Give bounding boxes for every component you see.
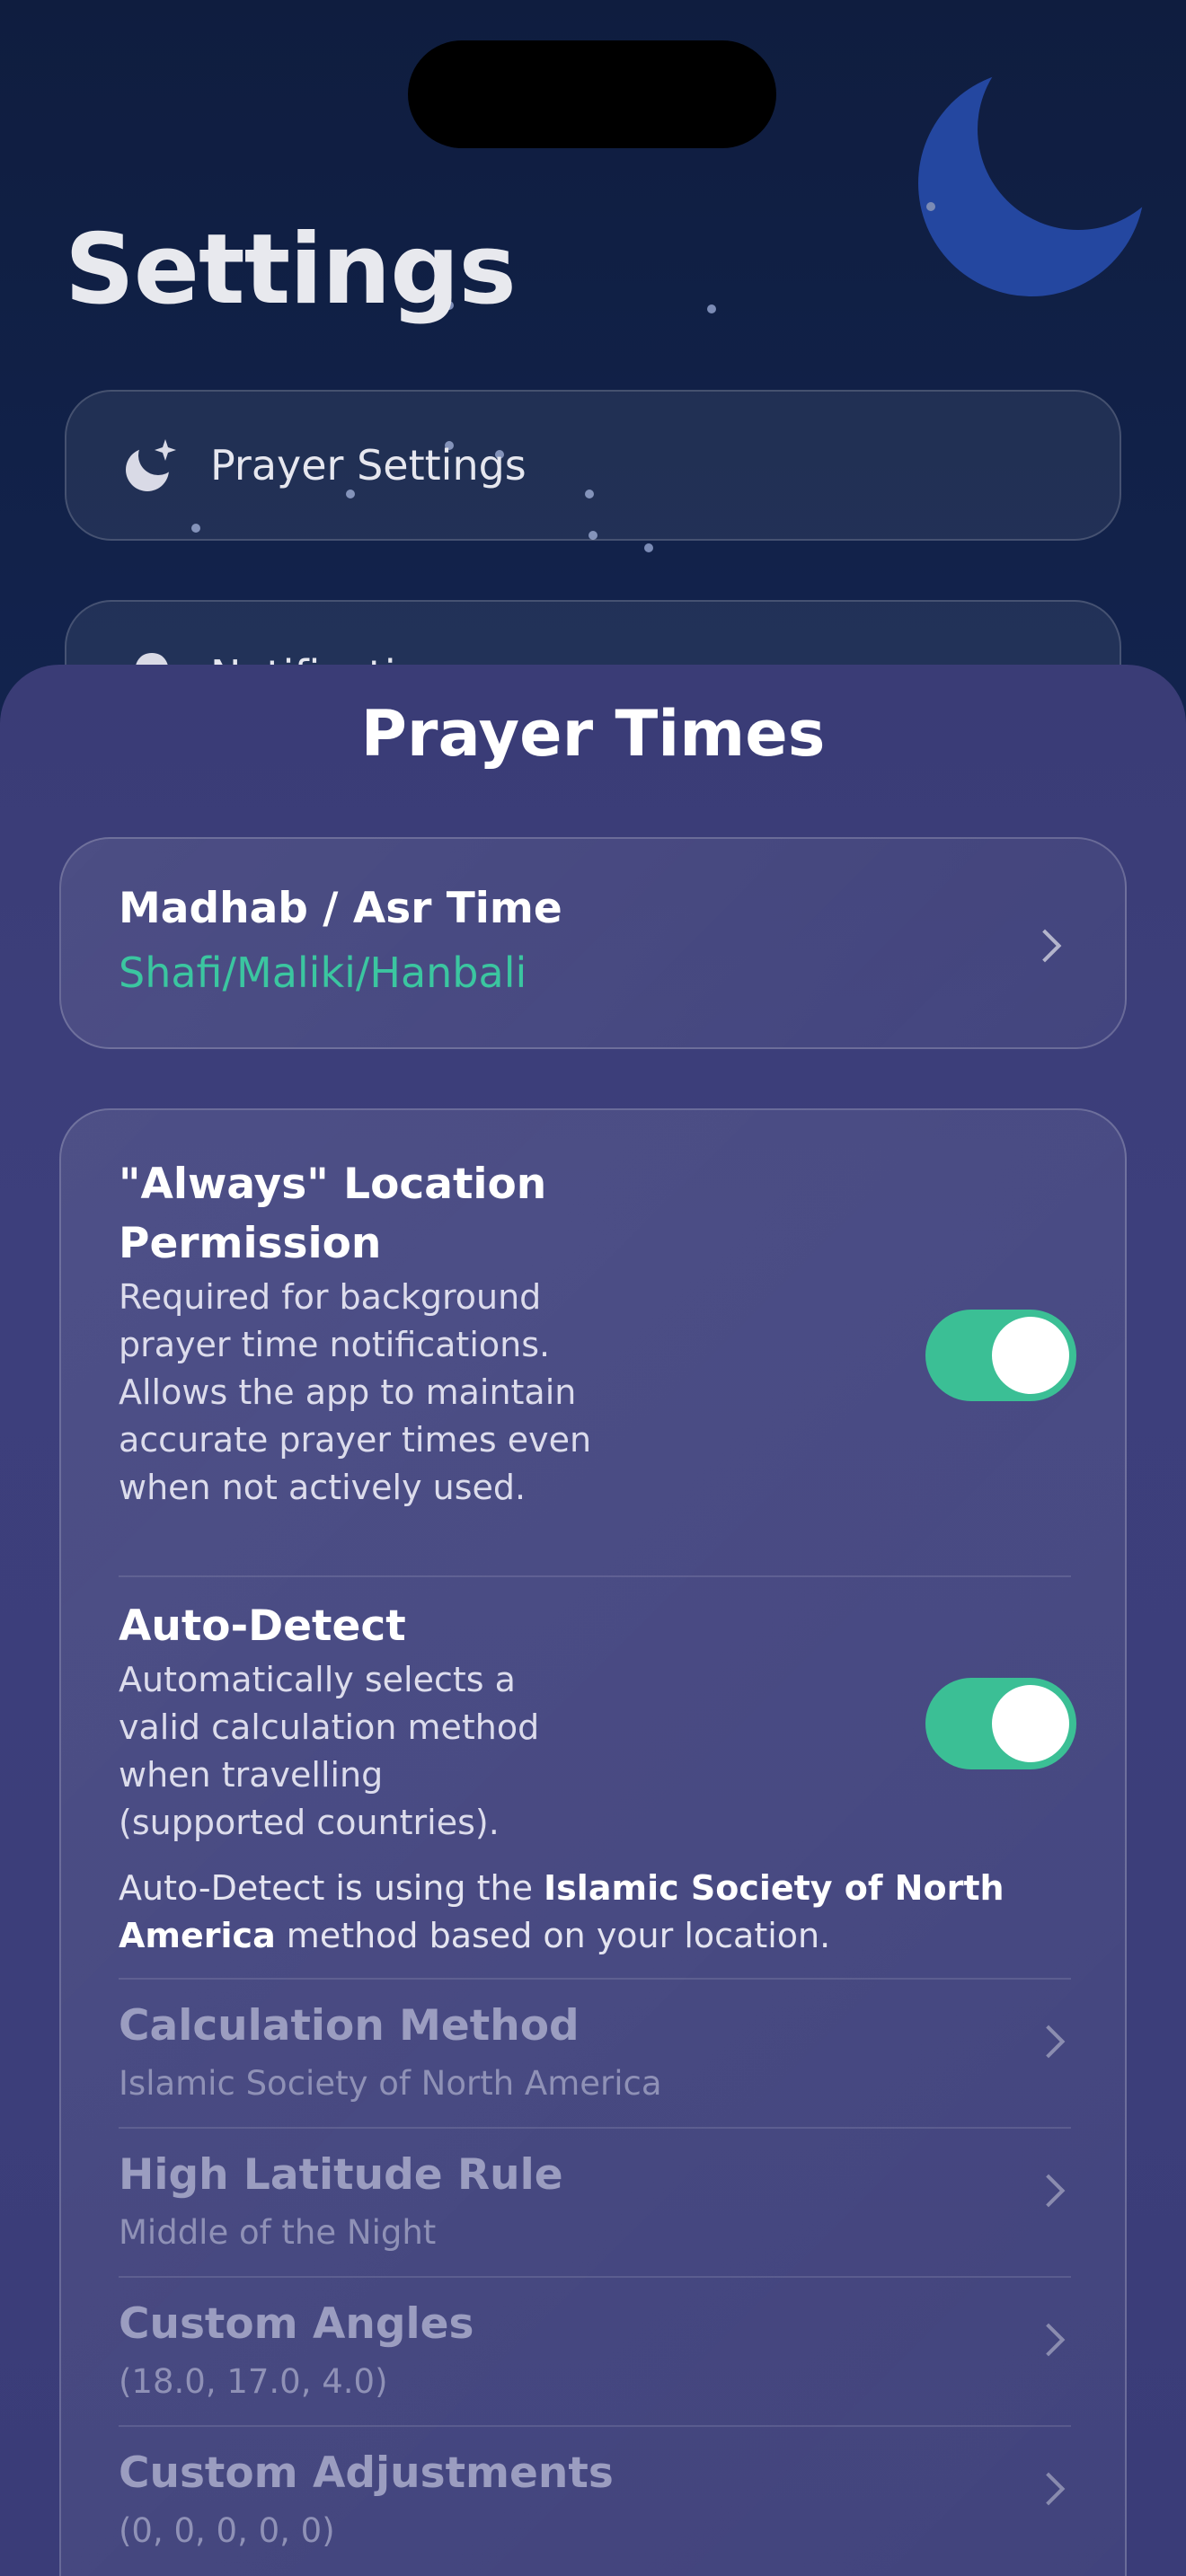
custom-angles-value: (18.0, 17.0, 4.0): [119, 2362, 388, 2401]
custom-angles-row[interactable]: Custom Angles (18.0, 17.0, 4.0): [119, 2278, 1071, 2427]
location-permission-title: "Always" Location Permission: [119, 1160, 547, 1268]
auto-detect-note: Auto-Detect is using the Islamic Society…: [119, 1868, 1005, 1955]
high-latitude-rule-row[interactable]: High Latitude Rule Middle of the Night: [119, 2129, 1071, 2278]
divider: [119, 1575, 1071, 1577]
chevron-right-icon: [1031, 2472, 1066, 2506]
prayer-times-sheet: Prayer Times Madhab / Asr Time Shafi/Mal…: [0, 665, 1186, 2576]
page-title: Settings: [65, 214, 517, 326]
calculation-method-value: Islamic Society of North America: [119, 2064, 662, 2103]
calculation-method-row[interactable]: Calculation Method Islamic Society of No…: [119, 1980, 1071, 2129]
prayer-settings-label: Prayer Settings: [210, 441, 527, 490]
high-latitude-rule-title: High Latitude Rule: [119, 2150, 563, 2200]
toggle-knob: [992, 1317, 1069, 1394]
calculation-method-title: Calculation Method: [119, 2001, 580, 2051]
custom-adjustments-row[interactable]: Custom Adjustments (0, 0, 0, 0, 0): [119, 2427, 1071, 2576]
chevron-right-icon: [1028, 929, 1062, 963]
location-permission-section: "Always" Location Permission Required fo…: [119, 1155, 1071, 1512]
prayer-settings-row[interactable]: Prayer Settings: [65, 390, 1121, 541]
toggle-knob: [992, 1685, 1069, 1762]
custom-adjustments-value: (0, 0, 0, 0, 0): [119, 2511, 335, 2550]
auto-detect-description: Automatically selects a valid calculatio…: [119, 1660, 540, 1842]
chevron-right-icon: [1031, 2323, 1066, 2357]
auto-detect-title: Auto-Detect: [119, 1601, 406, 1651]
madhab-title: Madhab / Asr Time: [119, 884, 562, 933]
location-permission-toggle[interactable]: [925, 1310, 1076, 1401]
prayer-options-card: "Always" Location Permission Required fo…: [59, 1108, 1127, 2576]
high-latitude-rule-value: Middle of the Night: [119, 2213, 437, 2252]
custom-adjustments-title: Custom Adjustments: [119, 2448, 614, 2498]
location-permission-description: Required for background prayer time noti…: [119, 1277, 592, 1507]
auto-detect-toggle[interactable]: [925, 1678, 1076, 1769]
chevron-right-icon: [1031, 2174, 1066, 2208]
sheet-title: Prayer Times: [360, 697, 826, 771]
chevron-right-icon: [1031, 2025, 1066, 2059]
madhab-value: Shafi/Maliki/Hanbali: [119, 948, 527, 997]
custom-angles-title: Custom Angles: [119, 2299, 474, 2349]
dynamic-island: [408, 40, 776, 148]
crescent-moon-icon: [918, 70, 1145, 296]
moon-stars-icon: [122, 436, 181, 495]
madhab-card[interactable]: Madhab / Asr Time Shafi/Maliki/Hanbali: [59, 837, 1127, 1049]
